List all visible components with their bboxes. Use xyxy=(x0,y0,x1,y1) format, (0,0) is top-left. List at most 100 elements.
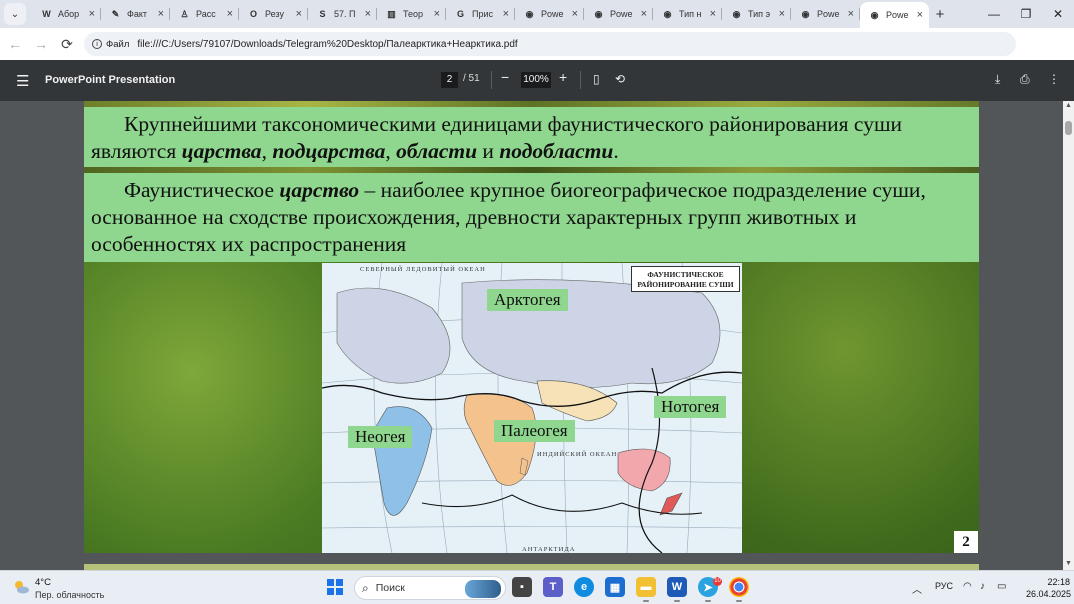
tab-label: Powe xyxy=(541,9,564,19)
battery-icon[interactable]: ▭ xyxy=(997,581,1006,592)
clock[interactable]: 22:18 26.04.2025 xyxy=(1026,576,1071,600)
close-tab-icon[interactable]: × xyxy=(503,8,509,20)
close-tab-icon[interactable]: × xyxy=(848,8,854,20)
rotate-icon[interactable]: ⟲ xyxy=(615,72,625,86)
forward-button[interactable]: → xyxy=(28,36,54,52)
toolbar-divider xyxy=(491,71,492,89)
tab-label: Прис xyxy=(472,9,494,19)
person-icon: ♙ xyxy=(180,8,189,19)
menu-icon[interactable]: ☰ xyxy=(16,72,29,90)
search-highlight-image xyxy=(465,580,501,598)
search-icon: ⌕ xyxy=(362,580,369,595)
chrome-icon[interactable] xyxy=(729,577,749,602)
volume-icon[interactable]: ♪ xyxy=(980,581,985,592)
browser-tab[interactable]: ◉ Powe × xyxy=(860,2,929,28)
partly-cloudy-icon xyxy=(15,581,29,594)
text-span: и xyxy=(477,139,500,163)
language-indicator[interactable]: РУС xyxy=(935,581,953,591)
term-kingdom: царства xyxy=(181,139,262,163)
text-line: Фаунистическое царство – наиболее крупно… xyxy=(124,177,926,204)
task-view-icon[interactable]: ▪ xyxy=(512,577,532,597)
page-number-input[interactable]: 2 xyxy=(441,72,458,88)
close-tab-icon[interactable]: × xyxy=(917,9,923,21)
close-tab-icon[interactable]: × xyxy=(641,8,647,20)
browser-tab[interactable]: O Резу × xyxy=(239,0,308,28)
back-button[interactable]: ← xyxy=(2,36,28,52)
arrow-right-icon: → xyxy=(34,36,48,52)
reload-icon: ⟳ xyxy=(61,35,73,52)
browser-tab[interactable]: ◉ Powe × xyxy=(515,0,584,28)
url-input[interactable]: i Файл file:///C:/Users/79107/Downloads/T… xyxy=(84,32,1016,56)
browser-tab[interactable]: G Прис × xyxy=(446,0,515,28)
print-icon[interactable]: ⎙ xyxy=(1020,72,1030,87)
close-tab-icon[interactable]: × xyxy=(434,8,440,20)
browser-tab[interactable]: ◉ Тип н × xyxy=(653,0,722,28)
chevron-down-icon: ⌄ xyxy=(10,8,20,20)
store-icon[interactable]: ▦ xyxy=(605,577,625,597)
more-options-icon[interactable]: ⋮ xyxy=(1048,72,1060,86)
scroll-up-icon[interactable]: ▲ xyxy=(1065,102,1072,109)
browser-tab[interactable]: ◉ Powe × xyxy=(584,0,653,28)
page-total: / 51 xyxy=(463,73,480,84)
temperature: 4°C xyxy=(35,577,51,588)
text-box-definition: Фаунистическое царство – наиболее крупно… xyxy=(84,173,979,262)
word-icon[interactable]: W xyxy=(667,577,687,602)
text-line: являются царства, подцарства, области и … xyxy=(91,138,619,165)
close-tab-icon[interactable]: × xyxy=(572,8,578,20)
browser-tab[interactable]: ◉ Тип э × xyxy=(722,0,791,28)
scroll-down-icon[interactable]: ▼ xyxy=(1065,560,1072,567)
teams-icon[interactable]: T xyxy=(543,577,563,597)
label-notogea: Нотогея xyxy=(654,396,727,418)
reload-button[interactable]: ⟳ xyxy=(54,36,80,53)
zoom-in-button[interactable]: + xyxy=(559,69,567,85)
browser-tab[interactable]: ♙ Расс × xyxy=(170,0,239,28)
tab-label: 57. П xyxy=(334,9,356,19)
text-box-taxonomy: Крупнейшими таксономическими единицами ф… xyxy=(84,107,979,167)
zoom-input[interactable]: 100% xyxy=(521,72,551,88)
new-tab-button[interactable]: + xyxy=(929,6,951,23)
browser-tab[interactable]: ▥ Теор × xyxy=(377,0,446,28)
close-tab-icon[interactable]: × xyxy=(158,8,164,20)
wifi-icon[interactable]: ◠ xyxy=(963,581,972,592)
pdf-viewer[interactable]: Крупнейшими таксономическими единицами ф… xyxy=(0,101,1063,570)
close-window-button[interactable]: ✕ xyxy=(1042,0,1074,28)
close-tab-icon[interactable]: × xyxy=(89,8,95,20)
ocean-label: ИНДИЙСКИЙ ОКЕАН xyxy=(537,451,618,458)
close-tab-icon[interactable]: × xyxy=(296,8,302,20)
close-tab-icon[interactable]: × xyxy=(227,8,233,20)
browser-tab[interactable]: ✎ Факт × xyxy=(101,0,170,28)
continent-label: АНТАРКТИДА xyxy=(522,546,576,553)
download-icon[interactable]: ⤓ xyxy=(995,72,1000,87)
maximize-button[interactable]: ❐ xyxy=(1010,0,1042,28)
map-title-line: РАЙОНИРОВАНИЕ СУШИ xyxy=(637,280,734,289)
site-info-chip[interactable]: i Файл xyxy=(92,39,129,50)
scrollbar-thumb[interactable] xyxy=(1065,121,1072,135)
browser-tab[interactable]: W Абор × xyxy=(32,0,101,28)
browser-tab[interactable]: S 57. П × xyxy=(308,0,377,28)
wikipedia-icon: W xyxy=(42,9,51,19)
zoom-out-button[interactable]: − xyxy=(501,69,509,85)
close-tab-icon[interactable]: × xyxy=(710,8,716,20)
close-tab-icon[interactable]: × xyxy=(779,8,785,20)
tray-overflow-icon[interactable]: ︿ xyxy=(912,581,922,596)
address-bar-row: ← → ⟳ i Файл file:///C:/Users/79107/Downl… xyxy=(0,28,1074,80)
edge-icon[interactable]: e xyxy=(574,577,594,597)
taskbar-search[interactable]: ⌕ Поиск xyxy=(354,576,506,600)
weather-condition: Пер. облачность xyxy=(35,590,105,600)
tab-label: Факт xyxy=(127,9,148,19)
file-explorer-icon[interactable]: ▬ xyxy=(636,577,656,602)
start-button[interactable] xyxy=(327,579,343,595)
term-kingdom: царство xyxy=(279,178,360,202)
tab-search-button[interactable]: ⌄ xyxy=(4,3,26,25)
browser-tab[interactable]: ◉ Powe × xyxy=(791,0,860,28)
close-tab-icon[interactable]: × xyxy=(365,8,371,20)
scrollbar[interactable]: ▲ ▼ xyxy=(1063,101,1074,570)
url-text: file:///C:/Users/79107/Downloads/Telegra… xyxy=(137,38,518,50)
tab-label: Тип э xyxy=(748,9,771,19)
weather-widget[interactable]: 4°C Пер. облачность xyxy=(10,575,120,601)
fit-page-icon[interactable]: ▯ xyxy=(593,72,600,86)
tab-label: Резу xyxy=(265,9,284,19)
telegram-badge: 10 xyxy=(713,577,722,586)
minimize-button[interactable]: — xyxy=(978,0,1010,28)
globe-icon: ◉ xyxy=(663,8,672,19)
